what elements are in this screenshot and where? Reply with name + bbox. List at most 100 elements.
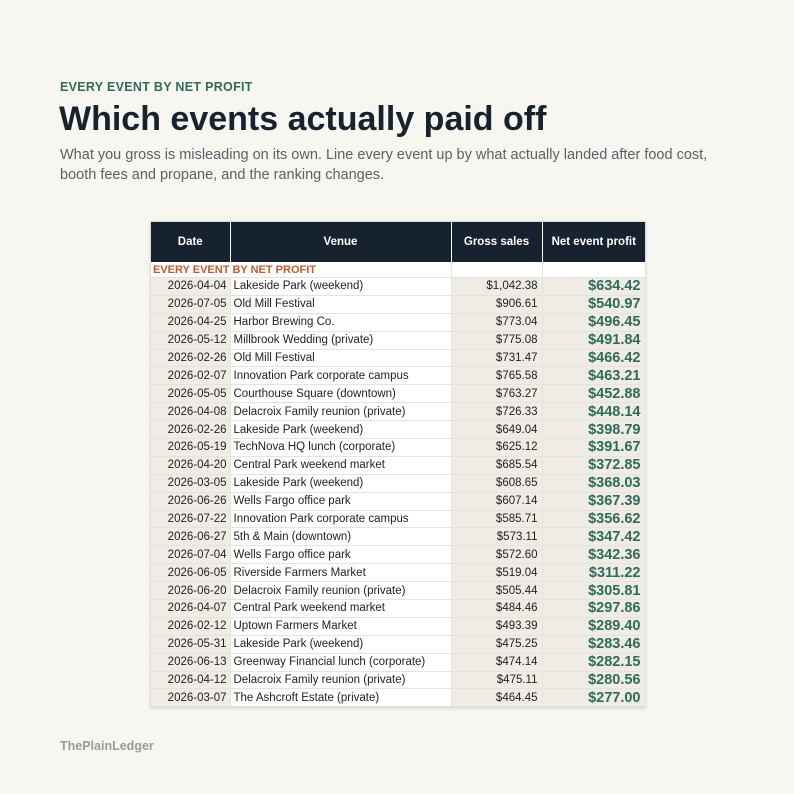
gross-sales-cell[interactable]: $475.11 (451, 671, 543, 690)
venue-cell[interactable]: Lakeside Park (weekend) (230, 420, 452, 440)
gross-sales-cell[interactable]: $585.71 (451, 510, 543, 529)
venue-cell[interactable]: TechNova HQ lunch (corporate) (230, 438, 452, 457)
net-profit-cell[interactable]: $372.85 (542, 456, 646, 475)
net-profit-cell[interactable]: $297.86 (542, 599, 646, 618)
gross-sales-cell[interactable]: $493.39 (451, 617, 543, 636)
column-header-date[interactable]: Date (151, 222, 231, 262)
venue-cell[interactable]: Delacroix Family reunion (private) (230, 402, 452, 422)
gross-sales-cell[interactable]: $474.14 (451, 653, 543, 672)
net-profit-cell[interactable]: $466.42 (542, 349, 646, 368)
net-profit-cell[interactable]: $277.00 (542, 688, 646, 708)
net-profit-cell[interactable]: $391.67 (542, 438, 646, 457)
date-cell[interactable]: 2026-03-07 (151, 688, 231, 708)
date-cell[interactable]: 2026-06-26 (151, 492, 231, 511)
column-header-net-profit[interactable]: Net event profit (542, 222, 645, 262)
gross-sales-cell[interactable]: $572.60 (451, 545, 543, 565)
venue-cell[interactable]: Lakeside Park (weekend) (230, 474, 452, 493)
venue-cell[interactable]: Riverside Farmers Market (230, 563, 452, 583)
date-cell[interactable]: 2026-02-12 (151, 617, 231, 636)
venue-cell[interactable]: Greenway Financial lunch (corporate) (230, 653, 452, 672)
venue-cell[interactable]: Lakeside Park (weekend) (230, 635, 452, 654)
date-cell[interactable]: 2026-02-26 (151, 349, 231, 368)
venue-cell[interactable]: 5th & Main (downtown) (230, 527, 452, 547)
venue-cell[interactable]: Uptown Farmers Market (230, 617, 452, 636)
gross-sales-cell[interactable]: $685.54 (451, 456, 543, 475)
date-cell[interactable]: 2026-02-26 (151, 420, 231, 440)
venue-cell[interactable]: Lakeside Park (weekend) (230, 277, 452, 296)
gross-sales-cell[interactable]: $464.45 (451, 688, 543, 708)
venue-cell[interactable]: Innovation Park corporate campus (230, 510, 452, 529)
venue-cell[interactable]: The Ashcroft Estate (private) (230, 688, 452, 708)
gross-sales-cell[interactable]: $906.61 (451, 295, 543, 314)
gross-sales-cell[interactable]: $608.65 (451, 474, 543, 493)
date-cell[interactable]: 2026-05-05 (151, 384, 231, 404)
net-profit-cell[interactable]: $496.45 (542, 313, 646, 332)
venue-cell[interactable]: Wells Fargo office park (230, 545, 452, 565)
net-profit-cell[interactable]: $280.56 (542, 671, 646, 690)
venue-cell[interactable]: Millbrook Wedding (private) (230, 331, 452, 350)
net-profit-cell[interactable]: $448.14 (542, 402, 646, 422)
sheet-title[interactable]: EVERY EVENT BY NET PROFIT (151, 262, 452, 278)
date-cell[interactable]: 2026-04-20 (151, 456, 231, 475)
net-profit-cell[interactable]: $305.81 (542, 581, 646, 601)
net-profit-cell[interactable]: $311.22 (542, 563, 646, 583)
gross-sales-cell[interactable]: $625.12 (451, 438, 543, 457)
venue-cell[interactable]: Central Park weekend market (230, 456, 452, 475)
gross-sales-cell[interactable]: $1,042.38 (451, 277, 543, 296)
net-profit-cell[interactable]: $289.40 (542, 617, 646, 636)
venue-cell[interactable]: Old Mill Festival (230, 295, 452, 314)
venue-cell[interactable]: Wells Fargo office park (230, 492, 452, 511)
venue-cell[interactable]: Delacroix Family reunion (private) (230, 671, 452, 690)
gross-sales-cell[interactable]: $607.14 (451, 492, 543, 511)
gross-sales-cell[interactable]: $505.44 (451, 581, 543, 601)
date-cell[interactable]: 2026-04-04 (151, 277, 231, 296)
net-profit-cell[interactable]: $342.36 (542, 545, 646, 565)
gross-sales-cell[interactable]: $573.11 (451, 527, 543, 547)
venue-cell[interactable]: Harbor Brewing Co. (230, 313, 452, 332)
date-cell[interactable]: 2026-04-25 (151, 313, 231, 332)
gross-sales-cell[interactable]: $773.04 (451, 313, 543, 332)
date-cell[interactable]: 2026-06-27 (151, 527, 231, 547)
net-profit-cell[interactable]: $398.79 (542, 420, 646, 440)
empty-cell[interactable] (451, 262, 543, 278)
date-cell[interactable]: 2026-05-12 (151, 331, 231, 350)
date-cell[interactable]: 2026-06-13 (151, 653, 231, 672)
date-cell[interactable]: 2026-05-31 (151, 635, 231, 654)
column-header-venue[interactable]: Venue (230, 222, 452, 262)
date-cell[interactable]: 2026-02-07 (151, 366, 231, 386)
venue-cell[interactable]: Central Park weekend market (230, 599, 452, 618)
net-profit-cell[interactable]: $282.15 (542, 653, 646, 672)
net-profit-cell[interactable]: $540.97 (542, 295, 646, 314)
gross-sales-cell[interactable]: $519.04 (451, 563, 543, 583)
gross-sales-cell[interactable]: $763.27 (451, 384, 543, 404)
venue-cell[interactable]: Courthouse Square (downtown) (230, 384, 452, 404)
date-cell[interactable]: 2026-07-22 (151, 510, 231, 529)
gross-sales-cell[interactable]: $484.46 (451, 599, 543, 618)
gross-sales-cell[interactable]: $731.47 (451, 349, 543, 368)
venue-cell[interactable]: Old Mill Festival (230, 349, 452, 368)
net-profit-cell[interactable]: $634.42 (542, 277, 646, 296)
net-profit-cell[interactable]: $463.21 (542, 366, 646, 386)
gross-sales-cell[interactable]: $649.04 (451, 420, 543, 440)
venue-cell[interactable]: Innovation Park corporate campus (230, 366, 452, 386)
net-profit-cell[interactable]: $356.62 (542, 510, 646, 529)
net-profit-cell[interactable]: $367.39 (542, 492, 646, 511)
gross-sales-cell[interactable]: $765.58 (451, 366, 543, 386)
date-cell[interactable]: 2026-07-04 (151, 545, 231, 565)
date-cell[interactable]: 2026-04-12 (151, 671, 231, 690)
net-profit-cell[interactable]: $347.42 (542, 527, 646, 547)
column-header-gross-sales[interactable]: Gross sales (451, 222, 543, 262)
date-cell[interactable]: 2026-07-05 (151, 295, 231, 314)
date-cell[interactable]: 2026-03-05 (151, 474, 231, 493)
date-cell[interactable]: 2026-04-08 (151, 402, 231, 422)
date-cell[interactable]: 2026-06-20 (151, 581, 231, 601)
date-cell[interactable]: 2026-05-19 (151, 438, 231, 457)
net-profit-cell[interactable]: $283.46 (542, 635, 646, 654)
net-profit-cell[interactable]: $452.88 (542, 384, 646, 404)
gross-sales-cell[interactable]: $475.25 (451, 635, 543, 654)
net-profit-cell[interactable]: $368.03 (542, 474, 646, 493)
empty-cell[interactable] (542, 262, 646, 278)
gross-sales-cell[interactable]: $775.08 (451, 331, 543, 350)
gross-sales-cell[interactable]: $726.33 (451, 402, 543, 422)
net-profit-cell[interactable]: $491.84 (542, 331, 646, 350)
